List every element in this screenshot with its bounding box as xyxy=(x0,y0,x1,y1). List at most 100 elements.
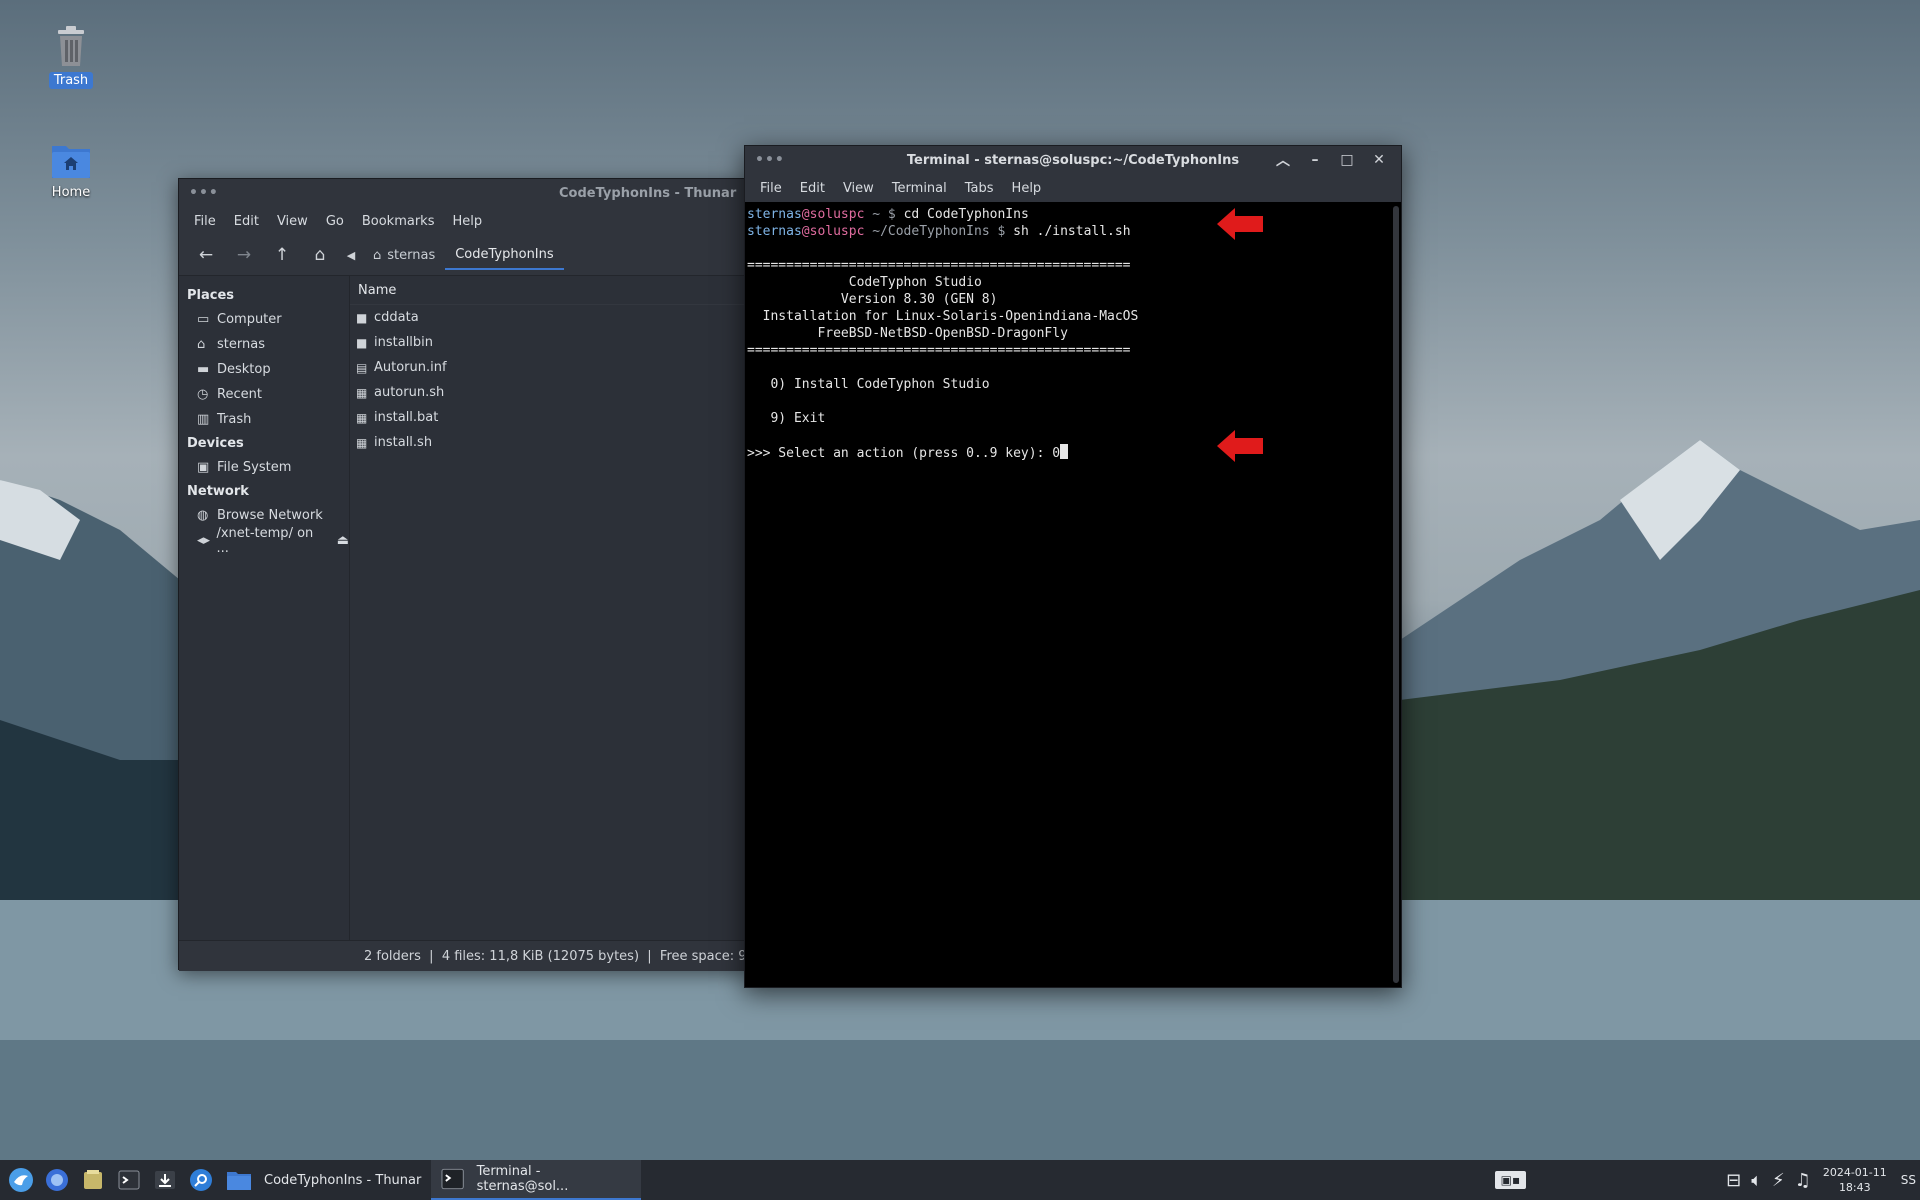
terminal-output[interactable]: sternas@soluspc ~ $ cd CodeTyphonIns ste… xyxy=(745,202,1389,987)
shade-button[interactable]: ︿ xyxy=(1267,146,1299,174)
search-icon xyxy=(190,1169,212,1191)
terminal-launcher[interactable] xyxy=(114,1165,144,1195)
terminal-line: ========================================… xyxy=(747,343,1131,358)
battery-charging-icon[interactable]: ⚡︎ xyxy=(1772,1170,1785,1191)
thunar-sidebar: Places ▭ Computer ⌂ sternas ▬ Desktop ◷ Rece… xyxy=(179,276,350,940)
thunar-titlebar[interactable]: ••• CodeTyphonIns - Thunar xyxy=(179,179,747,207)
thunar-title: CodeTyphonIns - Thunar xyxy=(559,185,737,201)
trash-icon xyxy=(58,26,84,66)
browser-icon xyxy=(46,1169,68,1191)
task-terminal[interactable]: Terminal - sternas@sol... xyxy=(431,1160,642,1200)
menu-tabs[interactable]: Tabs xyxy=(956,181,1003,196)
menu-bookmarks[interactable]: Bookmarks xyxy=(353,214,444,229)
breadcrumb-sternas[interactable]: ⌂ sternas xyxy=(363,240,445,270)
red-arrow-annotation xyxy=(1217,430,1263,462)
menu-view[interactable]: View xyxy=(268,214,317,229)
terminal-line: Installation for Linux-Solaris-Openindia… xyxy=(747,309,1139,324)
file-row[interactable]: ■ installbin xyxy=(350,330,747,355)
network-share-icon: ◂▸ xyxy=(197,533,211,548)
desktop-icon-trash[interactable]: Trash xyxy=(26,24,116,89)
workspace-switcher-icon[interactable]: ▣▪ xyxy=(1494,1171,1527,1189)
taskbar: CodeTyphonIns - Thunar Terminal - sterna… xyxy=(0,1160,1920,1200)
file-row[interactable]: ▦ install.bat xyxy=(350,405,747,430)
sidebar-item-computer[interactable]: ▭ Computer xyxy=(179,307,349,332)
sidebar-item-browse-network[interactable]: ◍ Browse Network xyxy=(179,503,349,528)
terminal-line: 0) Install CodeTyphon Studio xyxy=(747,377,990,392)
breadcrumb-label: CodeTyphonIns xyxy=(455,246,554,262)
downloads-launcher[interactable] xyxy=(150,1165,180,1195)
menu-go[interactable]: Go xyxy=(317,214,353,229)
clock-date: 2024-01-11 xyxy=(1822,1166,1887,1179)
menu-edit[interactable]: Edit xyxy=(225,214,268,229)
task-thunar[interactable]: CodeTyphonIns - Thunar xyxy=(216,1160,431,1200)
home-button[interactable]: ⌂ xyxy=(301,240,339,270)
maximize-button[interactable]: □ xyxy=(1331,146,1363,174)
trash-icon: ▥ xyxy=(197,412,210,427)
minimize-icon: – xyxy=(1311,152,1319,168)
terminal-line: 9) Exit xyxy=(747,411,826,426)
terminal-line: CodeTyphon Studio xyxy=(747,275,982,290)
text-cursor xyxy=(1060,444,1069,459)
terminal-menubar: File Edit View Terminal Tabs Help xyxy=(745,174,1401,202)
chevron-left-icon: ◀ xyxy=(346,248,356,262)
prompt-command: sh ./install.sh xyxy=(1013,224,1131,239)
column-header-name[interactable]: Name xyxy=(350,276,747,305)
breadcrumb-codetyphonins[interactable]: CodeTyphonIns xyxy=(445,240,564,270)
notification-bell-icon[interactable]: ♫︎ xyxy=(1795,1170,1811,1191)
desktop-icon-home[interactable]: Home xyxy=(26,140,116,201)
clock-time: 18:43 xyxy=(1838,1181,1871,1194)
menu-edit[interactable]: Edit xyxy=(791,181,834,196)
file-row[interactable]: ▦ autorun.sh xyxy=(350,380,747,405)
user-initials[interactable]: SS xyxy=(1901,1173,1916,1187)
thunar-statusbar: 2 folders | 4 files: 11,8 KiB (12075 byt… xyxy=(179,940,747,971)
file-row[interactable]: ▦ install.sh xyxy=(350,430,747,455)
sidebar-item-file-system[interactable]: ▣ File System xyxy=(179,455,349,480)
menu-help[interactable]: Help xyxy=(1003,181,1051,196)
sidebar-item-xnet-temp[interactable]: ◂▸ /xnet-temp/ on ... ⏏ xyxy=(179,526,349,556)
breadcrumb-label: sternas xyxy=(387,247,436,263)
menu-help[interactable]: Help xyxy=(443,214,491,229)
browser-launcher[interactable] xyxy=(42,1165,72,1195)
sidebar-item-sternas[interactable]: ⌂ sternas xyxy=(179,332,349,357)
clock[interactable]: 2024-01-11 18:43 xyxy=(1823,1165,1887,1195)
forward-button[interactable]: → xyxy=(225,240,263,270)
window-menu-icon[interactable]: ••• xyxy=(179,185,218,201)
sidebar-item-desktop[interactable]: ▬ Desktop xyxy=(179,357,349,382)
files-launcher[interactable] xyxy=(78,1165,108,1195)
search-launcher[interactable] xyxy=(186,1165,216,1195)
eject-icon[interactable]: ⏏ xyxy=(337,533,349,548)
up-button[interactable]: ↑ xyxy=(263,240,301,270)
back-button[interactable]: ← xyxy=(187,240,225,270)
file-name: cddata xyxy=(374,310,419,325)
sidebar-item-label: Recent xyxy=(217,387,262,402)
close-icon: ✕ xyxy=(1373,152,1385,168)
app-menu-button[interactable] xyxy=(6,1165,36,1195)
path-scroll-left-button[interactable]: ◀ xyxy=(339,240,363,270)
sidebar-item-trash[interactable]: ▥ Trash xyxy=(179,407,349,432)
task-label: Terminal - sternas@sol... xyxy=(476,1164,569,1194)
maximize-icon: □ xyxy=(1340,152,1354,168)
network-wired-icon[interactable]: ⊟ xyxy=(1726,1170,1741,1191)
menu-file[interactable]: File xyxy=(751,181,791,196)
home-folder-icon xyxy=(52,146,90,178)
chevron-up-icon: ︿ xyxy=(1276,153,1290,169)
file-row[interactable]: ▤ Autorun.inf xyxy=(350,355,747,380)
arrow-left-icon: ← xyxy=(198,245,214,265)
status-text: 2 folders | 4 files: 11,8 KiB (12075 byt… xyxy=(364,948,747,964)
menu-terminal[interactable]: Terminal xyxy=(883,181,956,196)
close-button[interactable]: ✕ xyxy=(1363,146,1395,174)
sidebar-item-label: Computer xyxy=(217,312,282,327)
menu-file[interactable]: File xyxy=(185,214,225,229)
terminal-line: sternas@soluspc ~ $ cd CodeTyphonIns xyxy=(747,206,1387,223)
terminal-scrollbar[interactable] xyxy=(1393,206,1399,983)
volume-icon[interactable]: 🔈︎ xyxy=(1751,1170,1762,1191)
file-row[interactable]: ■ cddata xyxy=(350,305,747,330)
terminal-titlebar[interactable]: ••• Terminal - sternas@soluspc:~/CodeTyp… xyxy=(745,146,1401,174)
menu-view[interactable]: View xyxy=(834,181,883,196)
sidebar-item-recent[interactable]: ◷ Recent xyxy=(179,382,349,407)
minimize-button[interactable]: – xyxy=(1299,146,1331,174)
text-file-icon: ▤ xyxy=(356,360,368,375)
